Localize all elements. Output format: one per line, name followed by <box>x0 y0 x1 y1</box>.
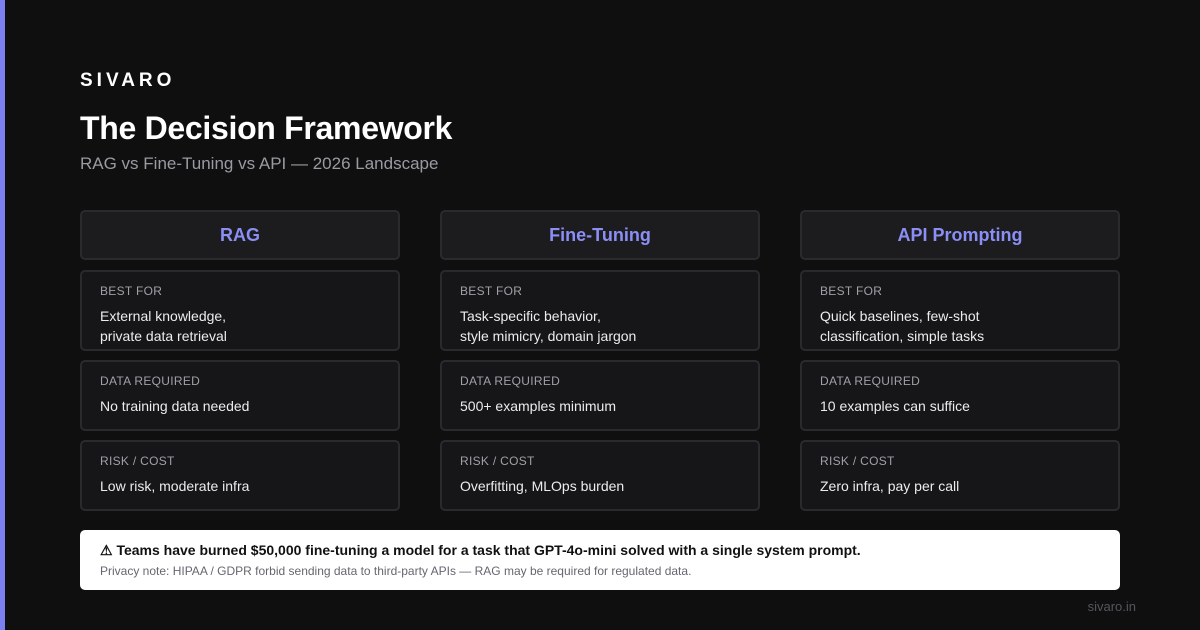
best-for-text: Quick baselines, few-shot classification… <box>820 308 985 344</box>
page-subtitle: RAG vs Fine-Tuning vs API — 2026 Landsca… <box>80 154 439 173</box>
best-for-text: Task-specific behavior, style mimicry, d… <box>460 308 637 344</box>
risk-cost-label: RISK / COST <box>460 454 535 468</box>
data-required-label: DATA REQUIRED <box>460 374 561 388</box>
risk-cost-card: RISK / COST Zero infra, pay per call <box>800 440 1120 511</box>
risk-cost-label: RISK / COST <box>100 454 175 468</box>
data-required-label: DATA REQUIRED <box>820 374 921 388</box>
best-for-label: BEST FOR <box>100 284 163 298</box>
data-required-text: No training data needed <box>100 398 250 414</box>
column-title: API Prompting <box>800 210 1120 260</box>
data-required-text: 500+ examples minimum <box>460 398 617 414</box>
column-fine-tuning: Fine-Tuning BEST FOR Task-specific behav… <box>440 210 760 511</box>
footer-url: sivaro.in <box>1087 599 1136 614</box>
privacy-note: Privacy note: HIPAA / GDPR forbid sendin… <box>100 564 692 578</box>
risk-cost-text: Zero infra, pay per call <box>820 478 960 494</box>
accent-bar <box>0 0 5 630</box>
brand-logo: SIVARO <box>80 70 176 91</box>
comparison-columns: RAG BEST FOR External knowledge, private… <box>80 210 1120 511</box>
column-rag: RAG BEST FOR External knowledge, private… <box>80 210 400 511</box>
warning-callout: ⚠ Teams have burned $50,000 fine-tuning … <box>80 530 1120 590</box>
risk-cost-text: Low risk, moderate infra <box>100 478 250 494</box>
data-required-card: DATA REQUIRED No training data needed <box>80 360 400 431</box>
column-api-prompting: API Prompting BEST FOR Quick baselines, … <box>800 210 1120 511</box>
data-required-card: DATA REQUIRED 500+ examples minimum <box>440 360 760 431</box>
page-title: The Decision Framework <box>80 110 453 146</box>
best-for-card: BEST FOR Task-specific behavior, style m… <box>440 270 760 351</box>
warning-text: ⚠ Teams have burned $50,000 fine-tuning … <box>100 542 861 558</box>
risk-cost-card: RISK / COST Overfitting, MLOps burden <box>440 440 760 511</box>
best-for-text: External knowledge, private data retriev… <box>100 308 227 344</box>
best-for-label: BEST FOR <box>820 284 883 298</box>
risk-cost-card: RISK / COST Low risk, moderate infra <box>80 440 400 511</box>
best-for-card: BEST FOR External knowledge, private dat… <box>80 270 400 351</box>
data-required-card: DATA REQUIRED 10 examples can suffice <box>800 360 1120 431</box>
risk-cost-text: Overfitting, MLOps burden <box>460 478 625 494</box>
data-required-text: 10 examples can suffice <box>820 398 970 414</box>
best-for-label: BEST FOR <box>460 284 523 298</box>
risk-cost-label: RISK / COST <box>820 454 895 468</box>
data-required-label: DATA REQUIRED <box>100 374 201 388</box>
best-for-card: BEST FOR Quick baselines, few-shot class… <box>800 270 1120 351</box>
column-title: RAG <box>80 210 400 260</box>
column-title: Fine-Tuning <box>440 210 760 260</box>
